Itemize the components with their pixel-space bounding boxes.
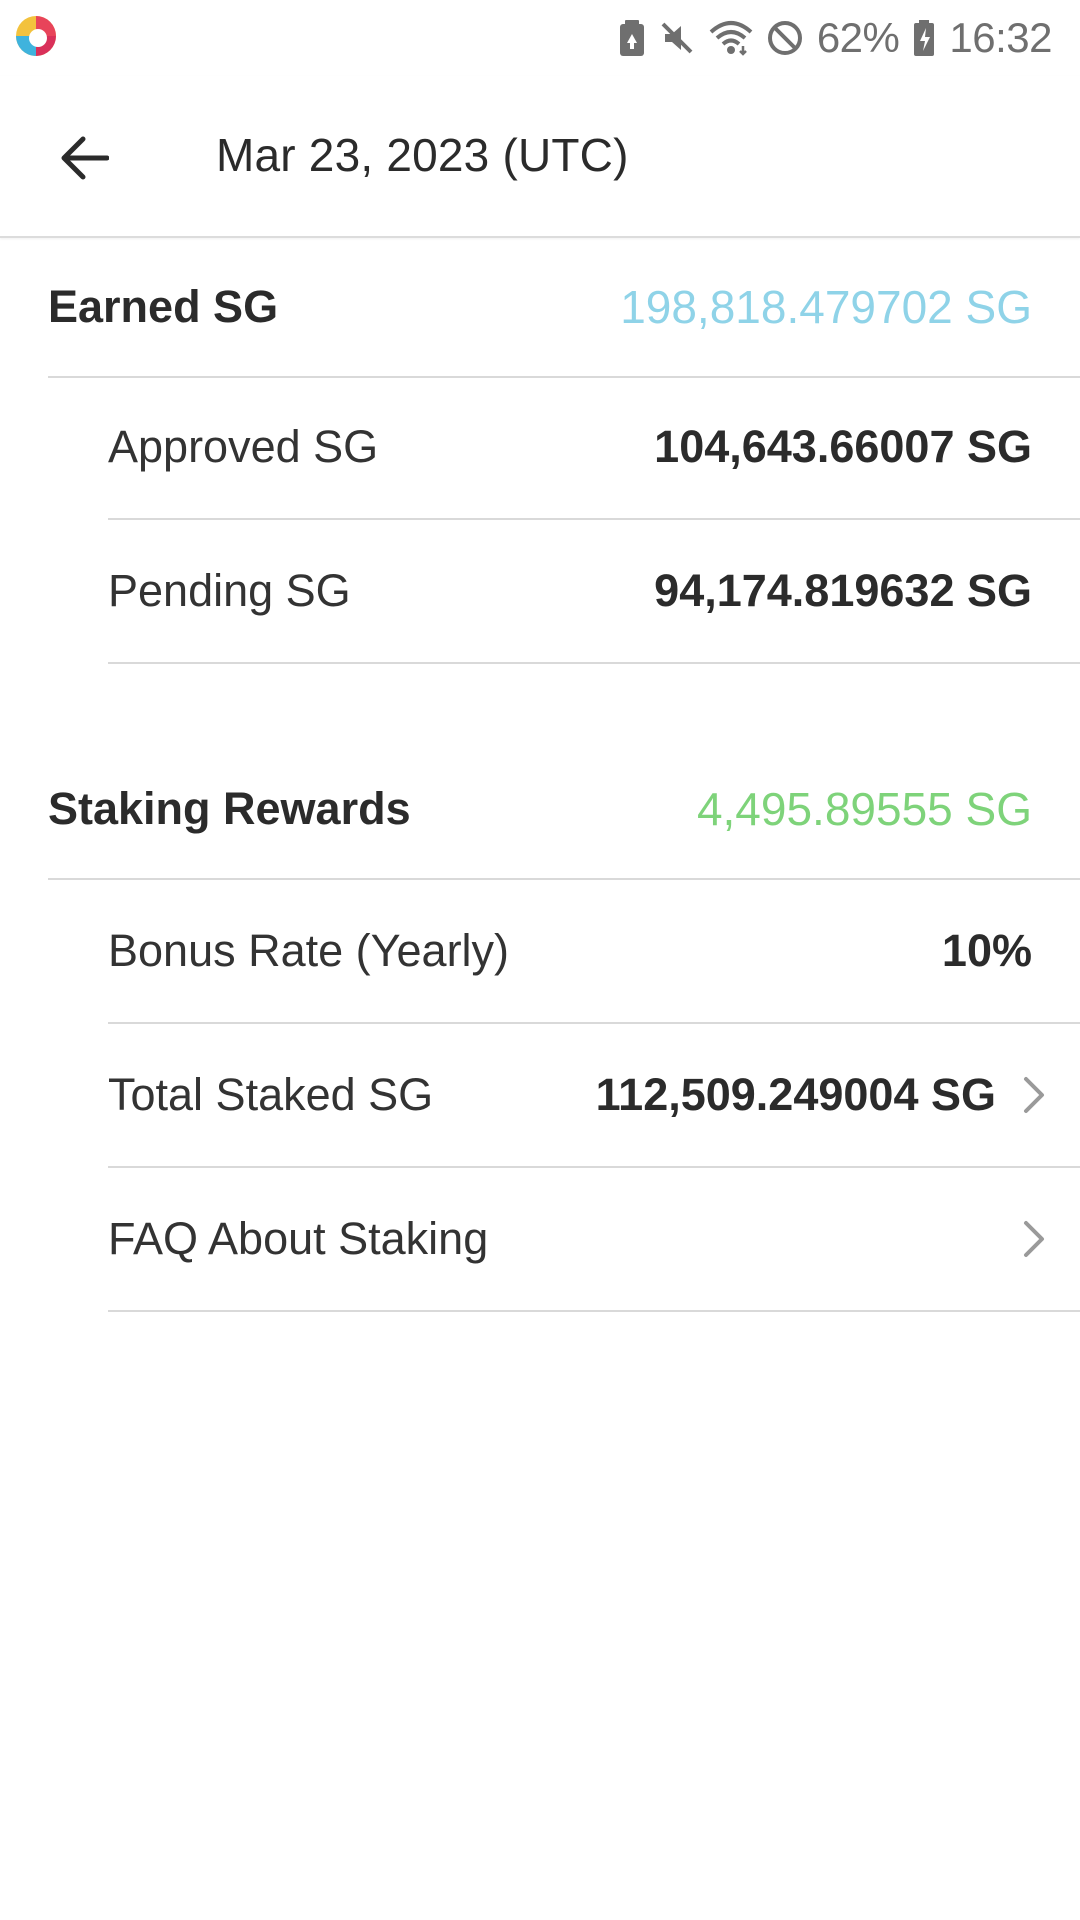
status-icons: 62% 16:32 [619,0,1052,76]
bonus-rate-row: Bonus Rate (Yearly) 10% [108,880,1080,1024]
total-staked-sg-row[interactable]: Total Staked SG 112,509.249004 SG [108,1024,1080,1168]
battery-saver-icon [619,20,644,56]
wifi-icon [709,21,753,56]
battery-percent: 62% [816,14,900,61]
pending-sg-row: Pending SG 94,174.819632 SG [108,520,1080,664]
faq-about-staking-row[interactable]: FAQ About Staking [108,1168,1080,1312]
staking-rewards-header: Staking Rewards 4,495.89555 SG [48,740,1080,880]
bonus-rate-value: 10% [941,925,1032,976]
chevron-right-icon [1024,1077,1044,1113]
earned-sg-header: Earned SG 198,818.479702 SG [48,238,1080,378]
app-logo-icon [16,16,56,56]
chevron-right-icon [1024,1221,1044,1257]
back-button[interactable] [44,118,124,198]
total-staked-sg-value: 112,509.249004 SG [595,1069,996,1120]
earned-sg-label: Earned SG [48,281,279,332]
approved-sg-value: 104,643.66007 SG [654,421,1032,472]
earned-sg-value: 198,818.479702 SG [620,281,1032,333]
mute-icon [661,22,693,54]
staking-rewards-label: Staking Rewards [48,783,411,834]
arrow-left-icon [61,136,109,180]
pending-sg-value: 94,174.819632 SG [654,565,1032,616]
status-bar: 62% 16:32 [0,0,1080,76]
total-staked-sg-label: Total Staked SG [108,1069,434,1120]
page-title: Mar 23, 2023 (UTC) [216,129,629,181]
staking-rewards-value: 4,495.89555 SG [696,783,1032,835]
clock: 16:32 [949,14,1052,61]
app-bar: Mar 23, 2023 (UTC) [0,76,1080,238]
pending-sg-label: Pending SG [108,565,351,616]
battery-charging-icon [914,20,935,56]
do-not-disturb-icon [767,21,802,55]
approved-sg-label: Approved SG [108,421,379,472]
approved-sg-row: Approved SG 104,643.66007 SG [108,376,1080,520]
faq-about-staking-label: FAQ About Staking [108,1213,489,1264]
bonus-rate-label: Bonus Rate (Yearly) [108,925,510,976]
